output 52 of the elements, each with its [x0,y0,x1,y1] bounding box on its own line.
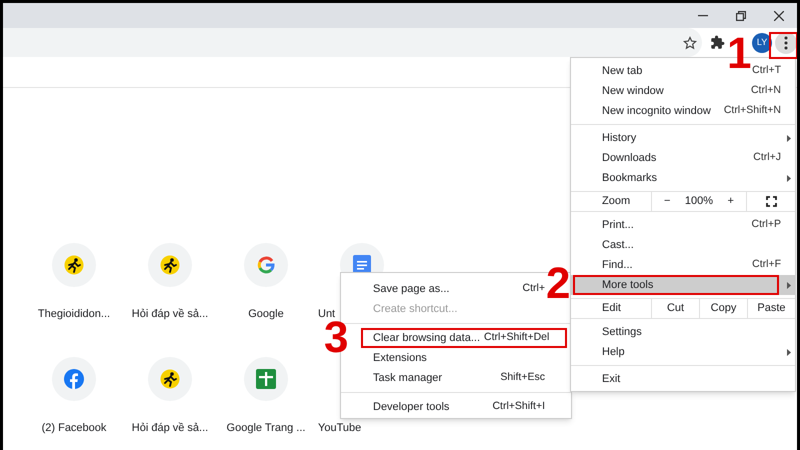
runner-icon [160,369,180,389]
menu-item[interactable]: New window Ctrl+N [571,81,795,101]
shortcut-label[interactable]: YouTube [318,421,362,435]
menu-item[interactable]: Exit [571,369,795,389]
menu-item[interactable]: Print... Ctrl+P [571,215,795,235]
edit-action[interactable]: Cut [651,299,699,318]
shortcut-tile[interactable] [148,243,192,287]
google-icon [257,256,275,274]
menu-item[interactable]: New incognito window Ctrl+Shift+N [571,101,795,121]
menu-item[interactable]: Task manager Shift+Esc [341,368,571,388]
edit-action[interactable]: Paste [747,299,795,318]
star-icon[interactable] [683,36,698,50]
shortcut-tile[interactable] [244,357,288,401]
step-number: 2 [546,267,570,301]
shortcut-label[interactable]: Google [248,307,284,321]
shortcut-tile[interactable] [148,357,192,401]
close-icon[interactable] [774,10,784,20]
menu-item[interactable]: History [571,128,795,148]
zoom-label: Zoom [601,194,632,210]
shortcut-label[interactable]: Hỏi đáp về sả... [132,307,208,321]
edit-label: Edit [601,301,622,316]
menu-item[interactable]: Settings [571,322,795,342]
menu-icon [784,36,788,50]
menu-item[interactable]: Bookmarks [571,168,795,188]
shortcut-label[interactable]: Hỏi đáp về sả... [132,421,208,435]
minimize-icon[interactable] [698,14,708,16]
menu-item[interactable]: Cast... [571,235,795,255]
fullscreen-icon[interactable] [766,196,776,207]
shortcut-label[interactable]: Thegioididon... [38,307,110,321]
shortcut-label[interactable]: Google Trang ... [226,421,306,435]
menu-item[interactable]: Help [571,342,795,362]
step-number: 1 [727,37,752,70]
menu-item[interactable]: Developer tools Ctrl+Shift+I [341,397,571,417]
runner-icon [64,255,84,275]
shortcut-label[interactable]: Unt [318,307,336,321]
puzzle-icon[interactable] [710,35,726,50]
zoom-out-button[interactable]: − [664,193,670,210]
menu-item[interactable]: Find... Ctrl+F [571,255,795,275]
zoom-level: 100% [684,194,714,210]
zoom-in-button[interactable]: + [728,193,734,210]
sheet-icon [256,369,276,389]
edit-action[interactable]: Copy [699,299,747,318]
runner-icon [160,255,180,275]
restore-icon[interactable] [736,10,746,20]
step-number: 3 [324,321,348,355]
menu-item[interactable]: More tools [571,275,795,295]
shortcut-tile[interactable] [52,357,96,401]
shortcut-tile[interactable] [244,243,288,287]
facebook-icon [64,369,84,389]
shortcut-label[interactable]: (2) Facebook [42,421,106,435]
shortcut-tile[interactable] [52,243,96,287]
menu-item[interactable]: Downloads Ctrl+J [571,148,795,168]
